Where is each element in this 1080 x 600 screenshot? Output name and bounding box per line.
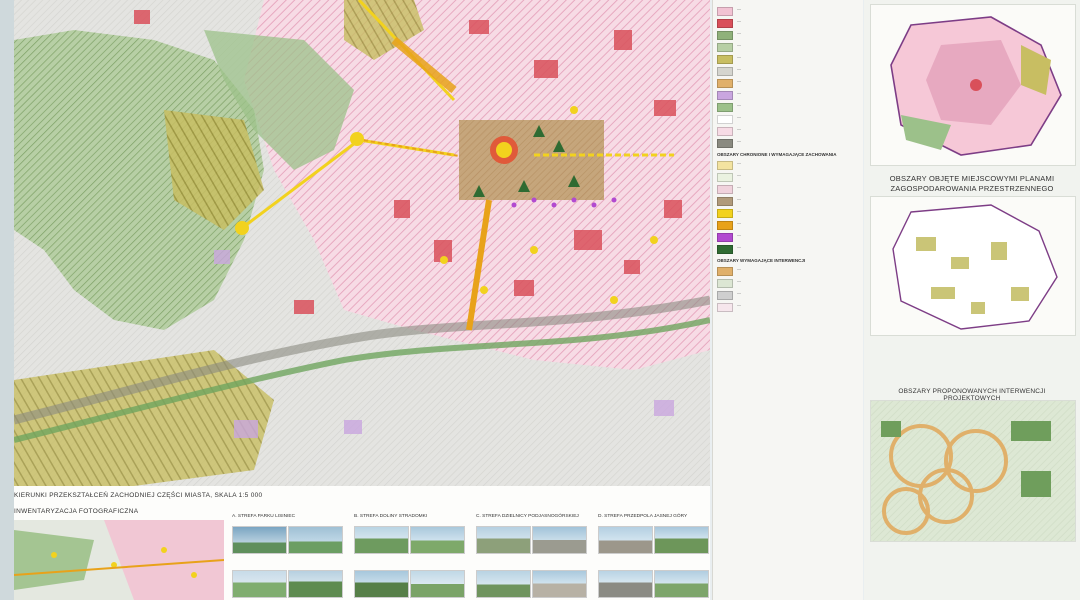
- photo-d1[interactable]: [598, 526, 653, 554]
- photo-b4[interactable]: [410, 570, 465, 598]
- photo-a3[interactable]: [232, 570, 287, 598]
- legend-item: —: [717, 266, 863, 276]
- legend-item: —: [717, 160, 863, 170]
- poster-board: — — — — — — — — — — — — OBSZARY CHRONION…: [0, 0, 1080, 600]
- legend-item: —: [717, 138, 863, 148]
- legend-item: —: [717, 66, 863, 76]
- node-west[interactable]: [235, 221, 249, 235]
- legend-item: —: [717, 244, 863, 254]
- zone-c-title: C. STREFA DZIELNICY PODJASNOGÓRSKIEJ: [476, 514, 579, 519]
- interventions-map[interactable]: [870, 400, 1076, 542]
- zone-d-title: D. STREFA PRZEDPOLA JASNEJ GÓRY: [598, 514, 688, 519]
- left-margin: [0, 0, 14, 600]
- main-map-svg: [14, 0, 710, 486]
- photo-d4[interactable]: [654, 570, 709, 598]
- photo-c2[interactable]: [532, 526, 587, 554]
- legend-item: —: [717, 30, 863, 40]
- photo-inventory-title: INWENTARYZACJA FOTOGRAFICZNA: [14, 508, 139, 515]
- main-map-title: KIERUNKI PRZEKSZTAŁCEŃ ZACHODNIEJ CZĘŚCI…: [14, 492, 263, 499]
- legend-item: —: [717, 90, 863, 100]
- legend-item: —: [717, 126, 863, 136]
- legend-item: —: [717, 172, 863, 182]
- city-overview-map[interactable]: [870, 4, 1076, 166]
- plans-title-2: ZAGOSPODAROWANIA PRZESTRZENNEGO: [890, 184, 1054, 193]
- legend-item: —: [717, 6, 863, 16]
- photo-a1[interactable]: [232, 526, 287, 554]
- legend-panel: — — — — — — — — — — — — OBSZARY CHRONION…: [712, 0, 863, 600]
- zone-a-title: A. STREFA PARKU LISINIEC: [232, 514, 296, 519]
- legend-item: —: [717, 54, 863, 64]
- legend-section-b: OBSZARY WYMAGAJĄCE INTERWENCJI: [717, 258, 806, 263]
- legend-section-a: OBSZARY CHRONIONE I WYMAGAJĄCE ZACHOWANI…: [717, 152, 837, 157]
- photo-b2[interactable]: [410, 526, 465, 554]
- local-plans-map[interactable]: [870, 196, 1076, 336]
- photo-a4[interactable]: [288, 570, 343, 598]
- zone-b-title: B. STREFA DOLINY STRADOMKI: [354, 514, 428, 519]
- legend-item: —: [717, 302, 863, 312]
- legend-item: —: [717, 18, 863, 28]
- legend-item: —: [717, 290, 863, 300]
- right-column: OBSZARY OBJĘTE MIEJSCOWYMI PLANAMI ZAGOS…: [864, 0, 1080, 600]
- legend-item: —: [717, 42, 863, 52]
- photo-c4[interactable]: [532, 570, 587, 598]
- legend-item: —: [717, 232, 863, 242]
- legend-item: —: [717, 220, 863, 230]
- legend-item: —: [717, 102, 863, 112]
- legend-item: —: [717, 196, 863, 206]
- photo-c3[interactable]: [476, 570, 531, 598]
- legend-item: —: [717, 184, 863, 194]
- photo-a2[interactable]: [288, 526, 343, 554]
- photo-d3[interactable]: [598, 570, 653, 598]
- photo-d2[interactable]: [654, 526, 709, 554]
- legend-item: —: [717, 278, 863, 288]
- plans-title-1: OBSZARY OBJĘTE MIEJSCOWYMI PLANAMI: [889, 174, 1055, 183]
- legend-item: —: [717, 78, 863, 88]
- inventory-map[interactable]: [14, 520, 224, 600]
- legend-item: —: [717, 208, 863, 218]
- photo-b3[interactable]: [354, 570, 409, 598]
- main-map[interactable]: [14, 0, 710, 486]
- legend-item: —: [717, 114, 863, 124]
- photo-b1[interactable]: [354, 526, 409, 554]
- node-center-west[interactable]: [350, 132, 364, 146]
- photo-c1[interactable]: [476, 526, 531, 554]
